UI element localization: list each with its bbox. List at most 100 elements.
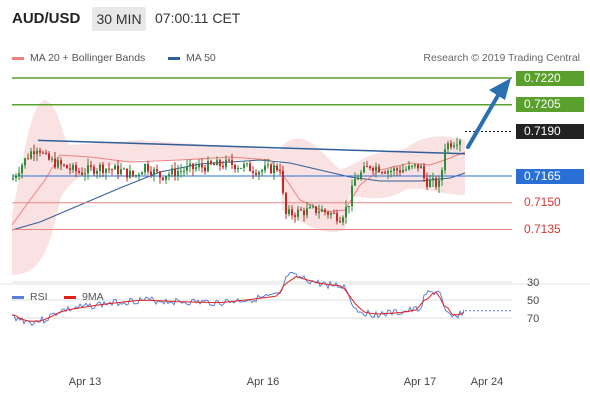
candle-body [339,221,341,223]
candle-body [387,171,389,174]
candle-body [447,143,449,150]
candle-body [294,215,296,217]
price-chart: 70 50 30 Apr 13 Apr 16 Apr 17 Apr 24 [0,77,590,388]
candle-body [366,166,368,168]
candle-body [354,178,356,186]
price-label-0.7150: 0.7150 [524,195,561,210]
candle-body [120,169,122,174]
candle-body [453,145,455,148]
candle-body [393,168,395,171]
candle-body [426,178,428,187]
candle-body [33,151,35,155]
candle-body [288,209,290,215]
candle-body [273,165,275,174]
x-axis-label: Apr 17 [404,376,436,388]
candle-body [279,170,281,172]
forecast-arrow-shaft [466,90,502,149]
candle-body [63,164,65,166]
candle-body [126,168,128,178]
candle-body [84,173,86,175]
candle-body [219,160,221,166]
candle-body [111,169,113,171]
candle-body [39,150,41,153]
x-axis-label: Apr 24 [471,376,503,388]
candle-body [342,217,344,223]
candle-body [105,168,107,173]
candle-body [42,152,44,154]
candle-body [114,165,116,170]
rsi-swatch [12,295,24,299]
candle-body [300,209,302,211]
candle-body [204,167,206,172]
candle-body [183,170,185,172]
candle-body [210,160,212,164]
legend-9ma: 9MA [64,291,104,303]
candle-body [162,177,164,180]
candle-body [369,166,371,169]
candle-body [93,166,95,174]
candle-body [198,164,200,168]
price-label-0.7190: 0.7190 [516,123,584,139]
candle-body [108,168,110,170]
bollinger-band-area [12,100,465,275]
candle-body [306,208,308,216]
candle-body [147,163,149,172]
legend-rsi: RSI [12,291,48,303]
candle-body [270,164,272,174]
candle-body [327,212,329,215]
rsi-label: RSI [30,291,48,303]
candle-body [360,172,362,179]
candle-body [333,213,335,215]
x-axis-label: Apr 16 [247,376,279,388]
candle-body [174,168,176,177]
price-label-0.7165: 0.7165 [516,168,584,184]
candle-body [207,160,209,172]
candle-body [450,143,452,148]
candle-body [51,158,53,160]
candle-body [432,178,434,181]
price-label-0.7220: 0.7220 [516,70,584,86]
candle-body [444,149,446,171]
price-label-0.7135: 0.7135 [524,221,561,236]
candle-body [414,164,416,166]
candle-body [165,176,167,180]
candle-body [351,185,353,207]
candle-body [21,165,23,174]
candle-body [429,180,431,187]
candle-body [390,170,392,172]
candle-body [222,165,224,168]
candle-body [216,160,218,166]
candle-body [129,170,131,178]
candle-body [201,164,203,168]
candle-body [456,144,458,146]
candle-body [180,170,182,172]
candle-body [144,163,146,173]
candle-body [57,160,59,168]
candle-body [375,166,377,171]
candle-body [132,170,134,176]
candle-body [12,178,14,180]
candle-body [171,168,173,175]
candle-body [261,170,263,173]
candle-body [27,158,29,160]
candle-body [405,169,407,171]
rsi-tick-label: 50 [527,295,539,307]
candle-body [189,163,191,167]
candle-body [96,170,98,174]
candle-body [459,140,461,145]
ma9-label: 9MA [82,291,104,303]
candle-body [237,168,239,170]
candle-body [348,206,350,208]
candle-body [138,174,140,176]
candle-body [438,180,440,187]
candle-body [318,211,320,213]
candle-body [243,164,245,168]
candle-body [168,174,170,177]
candle-body [303,210,305,216]
candle-body [225,159,227,168]
candle-body [378,166,380,173]
candle-body [372,168,374,171]
ma9-swatch [64,295,76,299]
candle-body [420,166,422,169]
candle-body [99,164,101,171]
